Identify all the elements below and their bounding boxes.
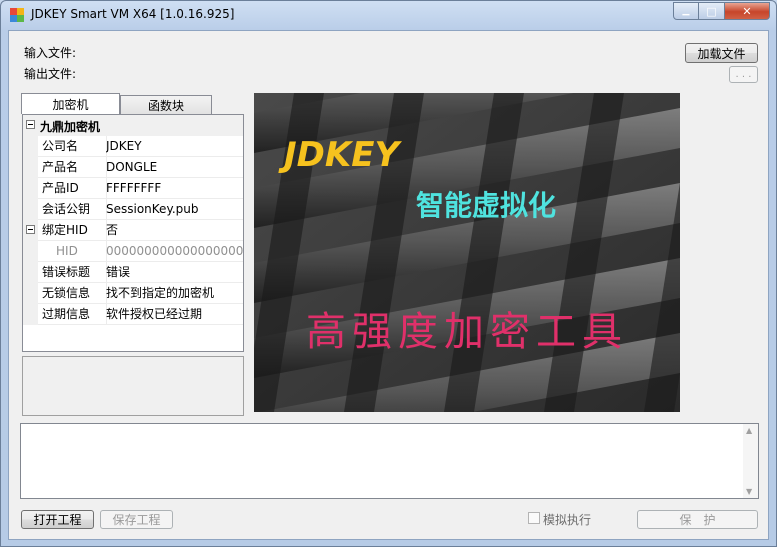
- scroll-down-icon[interactable]: ▼: [746, 487, 752, 496]
- property-description-panel: [22, 356, 244, 416]
- property-row[interactable]: 会话公钥 SessionKey.pub: [23, 199, 243, 220]
- log-scrollbar[interactable]: ▲ ▼: [743, 424, 758, 498]
- banner-graphic: JDKEY 智能虚拟化 高强度加密工具: [254, 93, 680, 412]
- close-icon: ✕: [742, 4, 752, 18]
- property-row[interactable]: 错误标题 错误: [23, 262, 243, 283]
- property-row[interactable]: 无锁信息 找不到指定的加密机: [23, 283, 243, 304]
- property-grid: 九鼎加密机 公司名 JDKEY 产品名 DONGLE 产品ID FFFFFFFF 会话…: [22, 114, 244, 352]
- property-name: 绑定HID: [38, 220, 107, 241]
- maximize-icon: □: [706, 4, 717, 18]
- title-bar[interactable]: JDKEY Smart VM X64 [1.0.16.925] ▁ □ ✕: [1, 1, 776, 29]
- property-value[interactable]: 错误: [106, 262, 243, 283]
- window-title: JDKEY Smart VM X64 [1.0.16.925]: [31, 7, 235, 21]
- property-row-disabled: HID00000000000000000000: [23, 241, 243, 262]
- maximize-button[interactable]: □: [699, 2, 725, 20]
- banner-slogan: 高强度加密工具: [306, 309, 628, 355]
- banner-image: JDKEY 智能虚拟化 高强度加密工具: [254, 93, 680, 412]
- property-value: 00000000000000000000: [106, 241, 243, 262]
- simulate-checkbox[interactable]: [528, 512, 540, 524]
- property-value[interactable]: 否: [106, 220, 243, 241]
- banner-brand: JDKEY: [278, 135, 402, 175]
- minimize-button[interactable]: ▁: [673, 2, 699, 20]
- banner-tagline: 智能虚拟化: [416, 189, 556, 222]
- scroll-up-icon[interactable]: ▲: [746, 426, 752, 435]
- collapse-icon[interactable]: [26, 120, 35, 129]
- property-name: 过期信息: [38, 304, 107, 325]
- property-name: 公司名: [38, 136, 107, 157]
- input-file-label: 输入文件:: [24, 46, 77, 60]
- save-project-button[interactable]: 保存工程: [100, 510, 173, 529]
- close-button[interactable]: ✕: [725, 2, 770, 20]
- property-value[interactable]: 找不到指定的加密机: [106, 283, 243, 304]
- property-name: HID: [38, 241, 107, 262]
- app-window: JDKEY Smart VM X64 [1.0.16.925] ▁ □ ✕ 输入…: [0, 0, 777, 547]
- property-row[interactable]: 产品名 DONGLE: [23, 157, 243, 178]
- window-controls: ▁ □ ✕: [673, 2, 770, 21]
- property-row[interactable]: 绑定HID 否: [23, 220, 243, 241]
- collapse-icon[interactable]: [26, 225, 35, 234]
- property-category[interactable]: 九鼎加密机: [23, 115, 243, 136]
- tab-encryptor[interactable]: 加密机: [21, 93, 120, 114]
- client-area: 输入文件: 输出文件: 加载文件 . . . 加密机 函数块 九鼎加密机 公司名…: [8, 30, 769, 540]
- property-name: 产品ID: [38, 178, 107, 199]
- property-value[interactable]: 软件授权已经过期: [106, 304, 243, 325]
- load-file-button[interactable]: 加载文件: [685, 43, 758, 63]
- category-label: 九鼎加密机: [40, 120, 101, 134]
- tab-function-block[interactable]: 函数块: [120, 95, 212, 114]
- log-output[interactable]: ▲ ▼: [20, 423, 759, 499]
- protect-button[interactable]: 保 护: [637, 510, 758, 529]
- output-file-label: 输出文件:: [24, 67, 77, 81]
- property-value[interactable]: JDKEY: [106, 136, 243, 157]
- browse-button[interactable]: . . .: [729, 66, 758, 83]
- property-name: 无锁信息: [38, 283, 107, 304]
- property-name: 产品名: [38, 157, 107, 178]
- property-value[interactable]: DONGLE: [106, 157, 243, 178]
- app-icon: [10, 8, 24, 22]
- property-row[interactable]: 公司名 JDKEY: [23, 136, 243, 157]
- property-name: 会话公钥: [38, 199, 107, 220]
- property-value[interactable]: FFFFFFFF: [106, 178, 243, 199]
- property-value[interactable]: SessionKey.pub: [106, 199, 243, 220]
- minimize-icon: ▁: [682, 6, 690, 16]
- property-row[interactable]: 过期信息 软件授权已经过期: [23, 304, 243, 325]
- simulate-label: 模拟执行: [543, 513, 592, 527]
- property-row[interactable]: 产品ID FFFFFFFF: [23, 178, 243, 199]
- property-name: 错误标题: [38, 262, 107, 283]
- open-project-button[interactable]: 打开工程: [21, 510, 94, 529]
